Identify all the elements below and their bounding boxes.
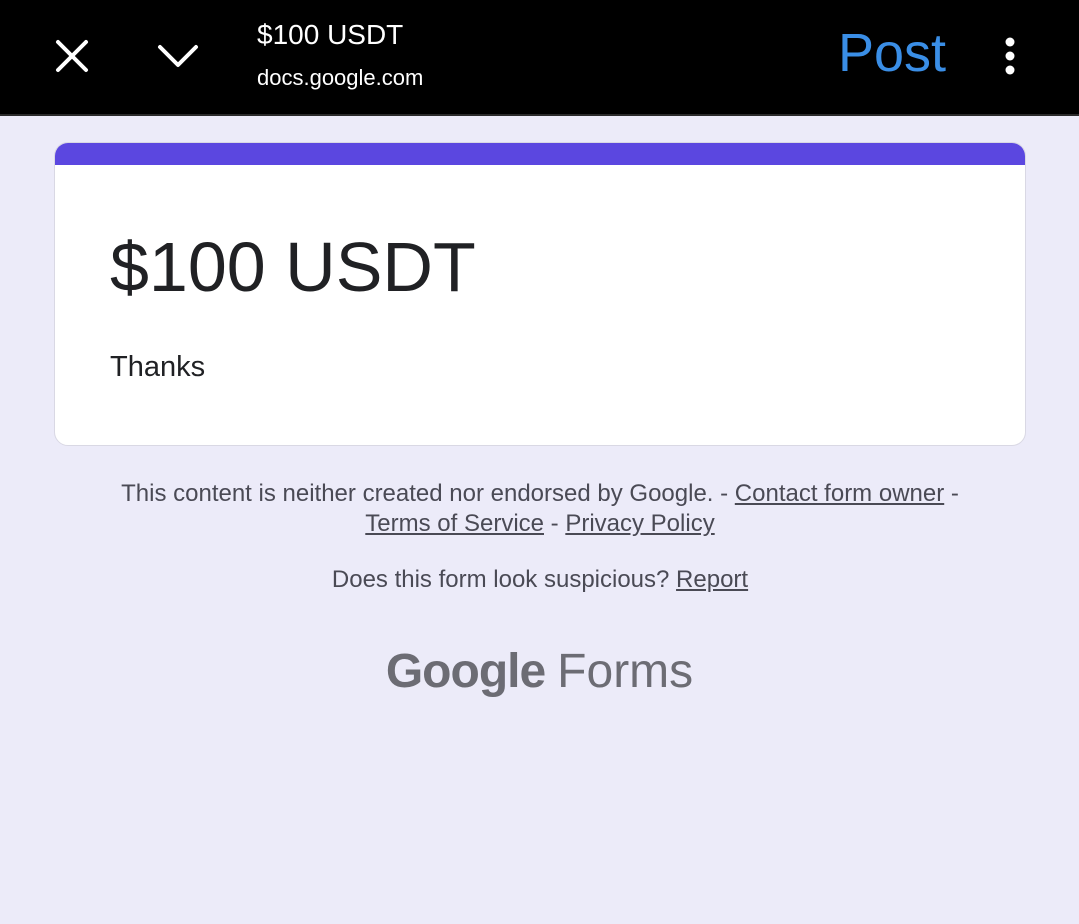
form-accent-bar xyxy=(55,143,1025,165)
google-wordmark: Google xyxy=(385,645,546,698)
close-icon[interactable] xyxy=(46,30,98,82)
report-link[interactable]: Report xyxy=(676,566,748,593)
terms-of-service-link[interactable]: Terms of Service xyxy=(365,510,544,537)
chevron-down-icon[interactable] xyxy=(152,30,204,82)
page-domain: docs.google.com xyxy=(257,65,424,90)
separator: - xyxy=(544,510,566,537)
disclaimer: This content is neither created nor endo… xyxy=(100,479,980,539)
form-title: $100 USDT xyxy=(110,228,476,306)
top-app-bar: $100 USDT docs.google.com Post xyxy=(0,0,1079,116)
disclaimer-text: This content is neither created nor endo… xyxy=(121,480,735,507)
form-description: Thanks xyxy=(110,351,206,383)
google-forms-logo[interactable]: Google Forms xyxy=(0,640,1079,704)
more-vert-icon[interactable] xyxy=(990,30,1030,82)
privacy-policy-link[interactable]: Privacy Policy xyxy=(565,510,714,537)
form-header-card: $100 USDT Thanks xyxy=(54,142,1026,446)
suspicious-text: Does this form look suspicious? xyxy=(331,566,677,593)
forms-wordmark: Forms xyxy=(557,645,694,698)
report-line: Does this form look suspicious? Report xyxy=(100,565,980,595)
separator: - xyxy=(944,480,959,507)
post-button[interactable]: Post xyxy=(838,22,946,84)
page-title: $100 USDT xyxy=(257,19,404,50)
contact-form-owner-link[interactable]: Contact form owner xyxy=(735,480,944,507)
